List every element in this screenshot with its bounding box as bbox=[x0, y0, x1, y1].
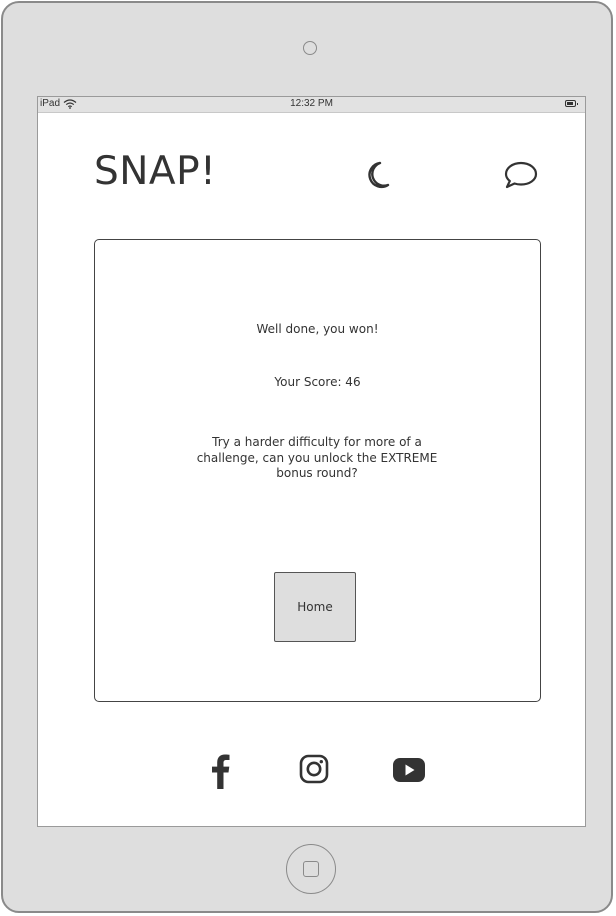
ipad-device-frame: iPad 12:32 PM SNAP! Well done, you won! … bbox=[1, 1, 613, 913]
instagram-icon[interactable] bbox=[299, 754, 329, 784]
status-bar: iPad 12:32 PM bbox=[38, 97, 585, 113]
chat-bubble-icon[interactable] bbox=[503, 160, 539, 190]
home-button[interactable]: Home bbox=[274, 572, 356, 642]
score-text: Your Score: 46 bbox=[274, 375, 361, 389]
win-message: Well done, you won! bbox=[256, 322, 379, 336]
screen: iPad 12:32 PM SNAP! Well done, you won! … bbox=[37, 96, 586, 827]
difficulty-tip: Try a harder difficulty for more of a ch… bbox=[196, 435, 438, 480]
home-square-icon bbox=[303, 861, 319, 877]
battery-icon bbox=[565, 100, 578, 107]
moon-icon[interactable] bbox=[363, 160, 391, 190]
hardware-home-button[interactable] bbox=[286, 844, 336, 894]
camera-icon bbox=[303, 41, 317, 55]
result-card: Well done, you won! Your Score: 46 Try a… bbox=[94, 239, 541, 702]
status-time: 12:32 PM bbox=[290, 98, 333, 109]
facebook-icon[interactable] bbox=[208, 753, 232, 789]
app-logo: SNAP! bbox=[94, 149, 217, 194]
youtube-icon[interactable] bbox=[392, 757, 426, 783]
